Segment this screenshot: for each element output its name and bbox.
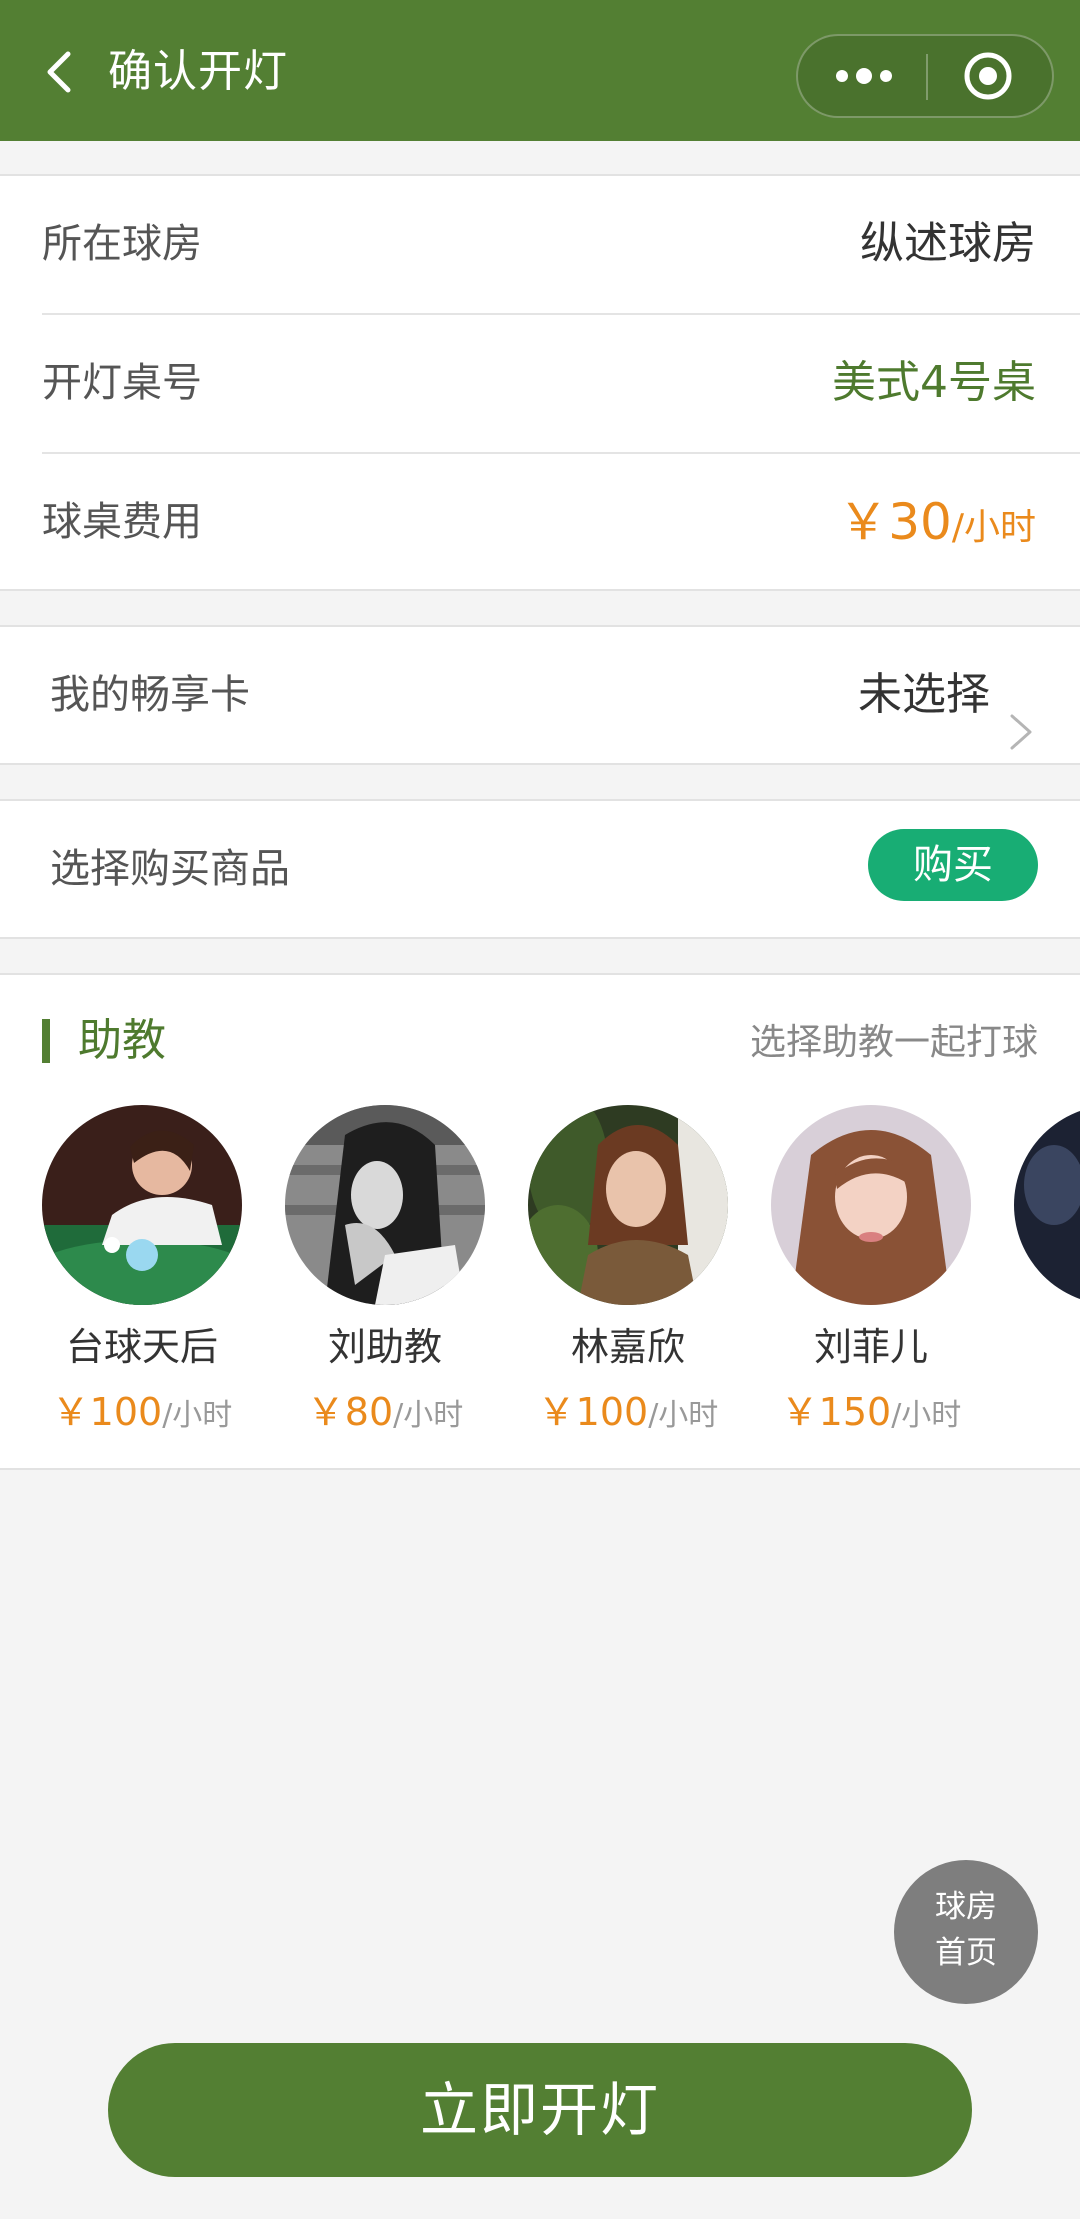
- table-fee-value: ￥30/小时: [838, 454, 1036, 596]
- room-label: 所在球房: [42, 221, 202, 267]
- home-button-line1: 球房: [935, 1889, 997, 1925]
- coach-name: 刘菲儿: [813, 1325, 928, 1369]
- coach-price: ￥150/小时: [749, 1381, 993, 1435]
- table-fee-unit: /小时: [951, 507, 1036, 548]
- coach-price: ￥80/小时: [263, 1381, 507, 1435]
- coach-item[interactable]: 刘助教 ￥80/小时: [283, 1105, 523, 1435]
- coach-list[interactable]: 台球天后 ￥100/小时 刘助教 ￥80/小时 林嘉欣 ￥100/小时 刘菲儿 …: [0, 1105, 1080, 1435]
- buy-button[interactable]: 购买: [868, 829, 1038, 901]
- coach-item[interactable]: 林嘉欣 ￥100/小时: [526, 1105, 766, 1435]
- coach-name: 林嘉欣: [570, 1325, 685, 1369]
- coach-avatar: [771, 1105, 971, 1305]
- table-info-card: 所在球房 纵述球房 开灯桌号 美式4号桌 球桌费用 ￥30/小时: [0, 174, 1080, 591]
- row-table-number: 开灯桌号 美式4号桌: [0, 315, 1080, 451]
- table-number-label: 开灯桌号: [42, 360, 202, 406]
- coach-avatar: [285, 1105, 485, 1305]
- goods-row: 选择购买商品 购买: [0, 799, 1080, 939]
- goods-label: 选择购买商品: [50, 846, 290, 892]
- coach-price: ￥100/小时: [20, 1381, 264, 1435]
- table-number-value: 美式4号桌: [832, 357, 1036, 408]
- coach-price-value: ￥150: [780, 1390, 892, 1434]
- my-card-row[interactable]: 我的畅享卡 未选择: [0, 625, 1080, 765]
- my-card-value-wrap: 未选择: [858, 627, 1036, 763]
- coach-price: ￥100/小时: [506, 1381, 750, 1435]
- coach-avatar: [1014, 1105, 1080, 1305]
- coach-item[interactable]: 林 ￥8: [1012, 1105, 1080, 1435]
- row-table-fee: 球桌费用 ￥30/小时: [0, 454, 1080, 590]
- page-title: 确认开灯: [108, 46, 288, 97]
- coach-price-unit: /小时: [393, 1398, 464, 1433]
- section-accent-bar: [42, 1019, 50, 1063]
- coach-avatar: [528, 1105, 728, 1305]
- table-fee-price: ￥30: [838, 493, 952, 551]
- coach-price-unit: /小时: [891, 1398, 962, 1433]
- coach-section: 助教 选择助教一起打球 台球天后 ￥100/小时 刘助教 ￥80/小时 林嘉欣 …: [0, 973, 1080, 1470]
- coach-name: 刘助教: [327, 1325, 442, 1369]
- coach-price-unit: /小时: [162, 1398, 233, 1433]
- start-light-button[interactable]: 立即开灯: [108, 2043, 972, 2177]
- my-card-label: 我的畅享卡: [50, 672, 250, 718]
- chevron-right-icon: [1006, 672, 1036, 750]
- my-card-value: 未选择: [858, 669, 990, 720]
- home-button-line2: 首页: [935, 1935, 997, 1971]
- nav-bar: 确认开灯: [0, 0, 1080, 141]
- home-button[interactable]: 球房 首页: [894, 1860, 1038, 2004]
- more-dots-icon[interactable]: [798, 36, 926, 116]
- coach-price: ￥8: [992, 1381, 1080, 1435]
- coach-item[interactable]: 台球天后 ￥100/小时: [40, 1105, 280, 1435]
- coach-section-title: 助教: [78, 1015, 166, 1066]
- coach-name: 林: [992, 1321, 1080, 1373]
- room-value: 纵述球房: [860, 218, 1036, 269]
- coach-section-subtitle: 选择助教一起打球: [749, 1022, 1038, 1063]
- coach-name: 台球天后: [65, 1325, 218, 1369]
- row-room: 所在球房 纵述球房: [0, 176, 1080, 312]
- mini-program-capsule: [796, 34, 1054, 118]
- coach-avatar: [42, 1105, 242, 1305]
- coach-price-value: ￥100: [51, 1390, 163, 1434]
- chevron-left-icon[interactable]: [38, 44, 88, 100]
- coach-item[interactable]: 刘菲儿 ￥150/小时: [769, 1105, 1009, 1435]
- target-circle-icon[interactable]: [928, 36, 1052, 116]
- row-my-card: 我的畅享卡 未选择: [0, 627, 1080, 763]
- coach-price-unit: /小时: [648, 1398, 719, 1433]
- coach-price-value: ￥80: [306, 1390, 394, 1434]
- coach-price-value: ￥100: [537, 1390, 649, 1434]
- table-fee-label: 球桌费用: [42, 499, 202, 545]
